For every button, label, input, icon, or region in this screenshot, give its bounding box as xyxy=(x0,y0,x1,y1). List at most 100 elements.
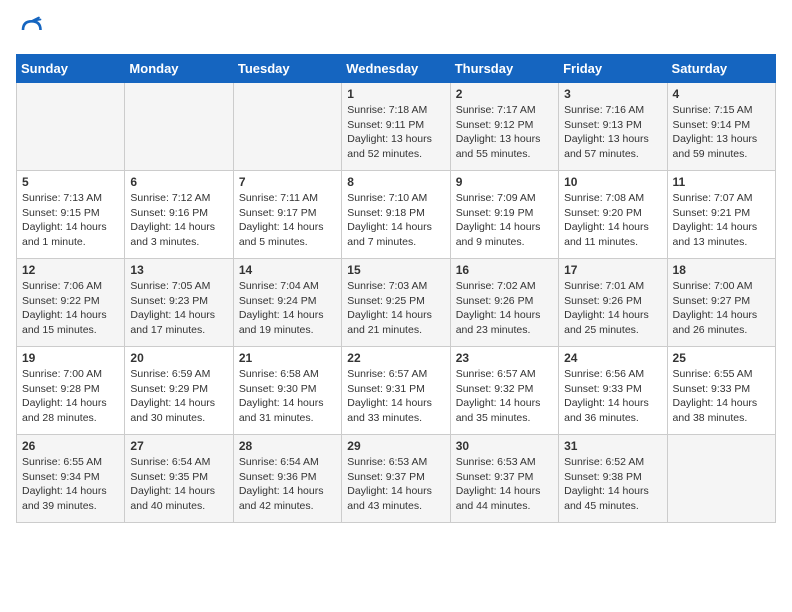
day-number: 31 xyxy=(564,439,661,453)
logo-icon xyxy=(16,16,44,44)
day-cell: 17Sunrise: 7:01 AMSunset: 9:26 PMDayligh… xyxy=(559,259,667,347)
day-cell xyxy=(125,83,233,171)
day-info: Sunrise: 6:59 AMSunset: 9:29 PMDaylight:… xyxy=(130,367,227,426)
day-info: Sunrise: 7:12 AMSunset: 9:16 PMDaylight:… xyxy=(130,191,227,250)
day-info: Sunrise: 7:04 AMSunset: 9:24 PMDaylight:… xyxy=(239,279,336,338)
day-number: 30 xyxy=(456,439,553,453)
calendar-header: SundayMondayTuesdayWednesdayThursdayFrid… xyxy=(17,55,776,83)
day-cell: 8 Sunrise: 7:10 AMSunset: 9:18 PMDaylight… xyxy=(342,171,450,259)
day-info: Sunrise: 7:00 AMSunset: 9:27 PMDaylight:… xyxy=(673,279,770,338)
day-cell: 7 Sunrise: 7:11 AMSunset: 9:17 PMDaylight… xyxy=(233,171,341,259)
day-cell: 2 Sunrise: 7:17 AMSunset: 9:12 PMDaylight… xyxy=(450,83,558,171)
day-info: Sunrise: 7:13 AMSunset: 9:15 PMDaylight:… xyxy=(22,191,119,250)
day-cell xyxy=(233,83,341,171)
day-number: 21 xyxy=(239,351,336,365)
day-number: 25 xyxy=(673,351,770,365)
day-number: 2 xyxy=(456,87,553,101)
day-cell: 19Sunrise: 7:00 AMSunset: 9:28 PMDayligh… xyxy=(17,347,125,435)
logo xyxy=(16,16,48,44)
day-cell: 12 Sunrise: 7:06 AMSunset: 9:22 PMDayligh… xyxy=(17,259,125,347)
day-cell: 13Sunrise: 7:05 AMSunset: 9:23 PMDayligh… xyxy=(125,259,233,347)
day-number: 11 xyxy=(673,175,770,189)
day-number: 23 xyxy=(456,351,553,365)
day-info: Sunrise: 7:15 AMSunset: 9:14 PMDaylight:… xyxy=(673,103,770,162)
day-cell: 11 Sunrise: 7:07 AMSunset: 9:21 PMDayligh… xyxy=(667,171,775,259)
header-day-monday: Monday xyxy=(125,55,233,83)
day-cell: 30 Sunrise: 6:53 AMSunset: 9:37 PMDayligh… xyxy=(450,435,558,523)
header-day-wednesday: Wednesday xyxy=(342,55,450,83)
day-info: Sunrise: 7:11 AMSunset: 9:17 PMDaylight:… xyxy=(239,191,336,250)
day-cell: 3Sunrise: 7:16 AMSunset: 9:13 PMDaylight… xyxy=(559,83,667,171)
day-cell: 10 Sunrise: 7:08 AMSunset: 9:20 PMDayligh… xyxy=(559,171,667,259)
day-cell: 16 Sunrise: 7:02 AMSunset: 9:26 PMDayligh… xyxy=(450,259,558,347)
day-number: 10 xyxy=(564,175,661,189)
day-number: 1 xyxy=(347,87,444,101)
day-info: Sunrise: 6:53 AMSunset: 9:37 PMDaylight:… xyxy=(456,455,553,514)
day-number: 18 xyxy=(673,263,770,277)
week-row-0: 1Sunrise: 7:18 AMSunset: 9:11 PMDaylight… xyxy=(17,83,776,171)
day-cell: 1Sunrise: 7:18 AMSunset: 9:11 PMDaylight… xyxy=(342,83,450,171)
day-cell: 4 Sunrise: 7:15 AMSunset: 9:14 PMDaylight… xyxy=(667,83,775,171)
day-info: Sunrise: 6:56 AMSunset: 9:33 PMDaylight:… xyxy=(564,367,661,426)
header-day-friday: Friday xyxy=(559,55,667,83)
day-number: 24 xyxy=(564,351,661,365)
day-number: 6 xyxy=(130,175,227,189)
week-row-2: 12 Sunrise: 7:06 AMSunset: 9:22 PMDayligh… xyxy=(17,259,776,347)
day-info: Sunrise: 6:58 AMSunset: 9:30 PMDaylight:… xyxy=(239,367,336,426)
day-info: Sunrise: 7:02 AMSunset: 9:26 PMDaylight:… xyxy=(456,279,553,338)
day-info: Sunrise: 6:54 AMSunset: 9:36 PMDaylight:… xyxy=(239,455,336,514)
day-info: Sunrise: 7:07 AMSunset: 9:21 PMDaylight:… xyxy=(673,191,770,250)
day-cell: 27 Sunrise: 6:54 AMSunset: 9:35 PMDayligh… xyxy=(125,435,233,523)
day-cell: 6 Sunrise: 7:12 AMSunset: 9:16 PMDaylight… xyxy=(125,171,233,259)
day-number: 9 xyxy=(456,175,553,189)
day-info: Sunrise: 6:52 AMSunset: 9:38 PMDaylight:… xyxy=(564,455,661,514)
day-cell: 18 Sunrise: 7:00 AMSunset: 9:27 PMDayligh… xyxy=(667,259,775,347)
day-number: 7 xyxy=(239,175,336,189)
week-row-4: 26 Sunrise: 6:55 AMSunset: 9:34 PMDayligh… xyxy=(17,435,776,523)
day-number: 28 xyxy=(239,439,336,453)
day-number: 8 xyxy=(347,175,444,189)
day-info: Sunrise: 6:55 AMSunset: 9:33 PMDaylight:… xyxy=(673,367,770,426)
day-cell: 31 Sunrise: 6:52 AMSunset: 9:38 PMDayligh… xyxy=(559,435,667,523)
day-number: 13 xyxy=(130,263,227,277)
day-number: 20 xyxy=(130,351,227,365)
day-cell: 5 Sunrise: 7:13 AMSunset: 9:15 PMDaylight… xyxy=(17,171,125,259)
day-number: 17 xyxy=(564,263,661,277)
day-number: 4 xyxy=(673,87,770,101)
day-number: 12 xyxy=(22,263,119,277)
day-number: 16 xyxy=(456,263,553,277)
page-header xyxy=(16,16,776,44)
day-info: Sunrise: 7:06 AMSunset: 9:22 PMDaylight:… xyxy=(22,279,119,338)
calendar-table: SundayMondayTuesdayWednesdayThursdayFrid… xyxy=(16,54,776,523)
day-cell: 24 Sunrise: 6:56 AMSunset: 9:33 PMDayligh… xyxy=(559,347,667,435)
week-row-1: 5 Sunrise: 7:13 AMSunset: 9:15 PMDaylight… xyxy=(17,171,776,259)
day-info: Sunrise: 6:55 AMSunset: 9:34 PMDaylight:… xyxy=(22,455,119,514)
day-info: Sunrise: 7:03 AMSunset: 9:25 PMDaylight:… xyxy=(347,279,444,338)
day-cell: 25 Sunrise: 6:55 AMSunset: 9:33 PMDayligh… xyxy=(667,347,775,435)
header-row: SundayMondayTuesdayWednesdayThursdayFrid… xyxy=(17,55,776,83)
day-number: 26 xyxy=(22,439,119,453)
header-day-thursday: Thursday xyxy=(450,55,558,83)
day-cell: 26 Sunrise: 6:55 AMSunset: 9:34 PMDayligh… xyxy=(17,435,125,523)
day-number: 27 xyxy=(130,439,227,453)
day-cell: 28 Sunrise: 6:54 AMSunset: 9:36 PMDayligh… xyxy=(233,435,341,523)
calendar-body: 1Sunrise: 7:18 AMSunset: 9:11 PMDaylight… xyxy=(17,83,776,523)
day-cell xyxy=(17,83,125,171)
day-info: Sunrise: 7:09 AMSunset: 9:19 PMDaylight:… xyxy=(456,191,553,250)
day-info: Sunrise: 6:57 AMSunset: 9:31 PMDaylight:… xyxy=(347,367,444,426)
day-cell: 29Sunrise: 6:53 AMSunset: 9:37 PMDayligh… xyxy=(342,435,450,523)
day-cell: 15Sunrise: 7:03 AMSunset: 9:25 PMDayligh… xyxy=(342,259,450,347)
day-info: Sunrise: 7:08 AMSunset: 9:20 PMDaylight:… xyxy=(564,191,661,250)
header-day-sunday: Sunday xyxy=(17,55,125,83)
day-number: 29 xyxy=(347,439,444,453)
day-number: 5 xyxy=(22,175,119,189)
day-info: Sunrise: 6:54 AMSunset: 9:35 PMDaylight:… xyxy=(130,455,227,514)
header-day-saturday: Saturday xyxy=(667,55,775,83)
day-info: Sunrise: 7:10 AMSunset: 9:18 PMDaylight:… xyxy=(347,191,444,250)
day-info: Sunrise: 7:00 AMSunset: 9:28 PMDaylight:… xyxy=(22,367,119,426)
day-cell: 20 Sunrise: 6:59 AMSunset: 9:29 PMDayligh… xyxy=(125,347,233,435)
day-info: Sunrise: 7:17 AMSunset: 9:12 PMDaylight:… xyxy=(456,103,553,162)
header-day-tuesday: Tuesday xyxy=(233,55,341,83)
day-cell: 23Sunrise: 6:57 AMSunset: 9:32 PMDayligh… xyxy=(450,347,558,435)
day-number: 3 xyxy=(564,87,661,101)
